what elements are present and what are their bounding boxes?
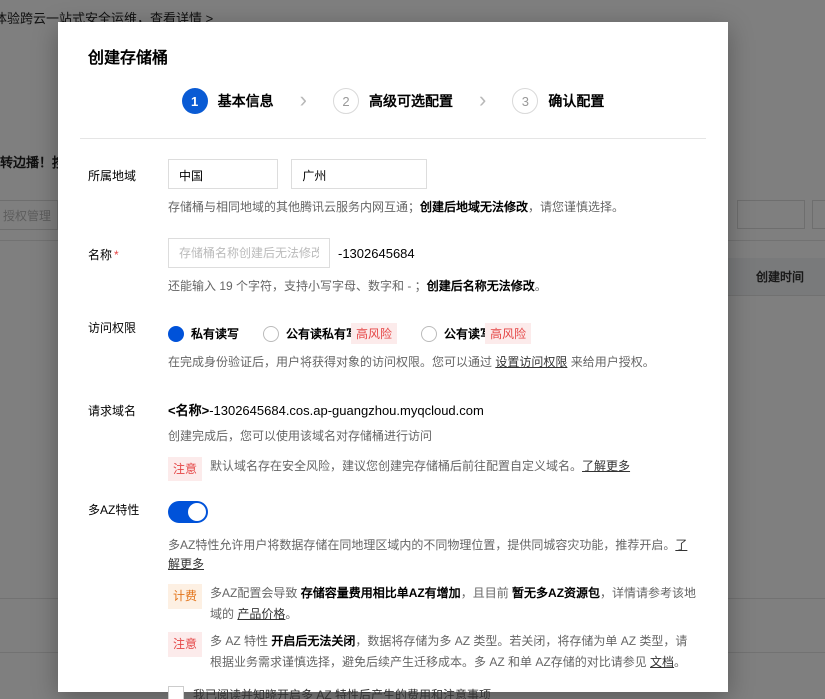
step-1-number: 1 [182, 88, 208, 114]
create-bucket-form: 所属地域 中国 广州 存储桶与相同地域的其他腾讯云服务内网互通；创建后地域无法修… [58, 139, 728, 699]
domain-desc-text: 创建完成后，您可以使用该域名对存储桶进行访问 [168, 427, 698, 444]
step-basic-info: 1 基本信息 [182, 88, 274, 114]
doc-link[interactable]: 文档 [650, 655, 674, 669]
name-row: 名称* -1302645684 还能输入 19 个字符，支持小写字母、数字和 -… [88, 238, 698, 296]
region-country-select[interactable]: 中国 [168, 159, 278, 189]
required-asterisk: * [114, 248, 119, 262]
bucket-name-suffix: -1302645684 [338, 246, 415, 261]
name-help-text: 还能输入 19 个字符，支持小写字母、数字和 - ；创建后名称无法修改。 [168, 277, 698, 296]
multiaz-label: 多AZ特性 [88, 499, 168, 699]
chevron-right-icon: › [479, 89, 486, 114]
multiaz-warning-notice: 注意 多 AZ 特性 开启后无法关闭，数据将存储为多 AZ 类型。若关闭，将存储… [168, 631, 698, 672]
multiaz-row: 多AZ特性 多AZ特性允许用户将数据存储在同地理区域内的不同物理位置，提供同城容… [88, 499, 698, 699]
multiaz-ack-checkbox[interactable] [168, 686, 184, 699]
risk-badge: 高风险 [485, 323, 531, 344]
radio-public-read-write[interactable]: 公有读写 高风险 [421, 323, 531, 344]
radio-selected-icon [168, 326, 184, 342]
request-domain-value: <名称>-1302645684.cos.ap-guangzhou.myqclou… [168, 394, 698, 419]
access-radio-group: 私有读写 公有读私有写 高风险 公有读写 高风险 [168, 317, 698, 344]
product-price-link[interactable]: 产品价格 [237, 607, 285, 621]
domain-notice: 注意 默认域名存在安全风险，建议您创建完存储桶后前往配置自定义域名。了解更多 [168, 456, 698, 481]
radio-private-read-write[interactable]: 私有读写 [168, 325, 239, 342]
step-2-number: 2 [333, 88, 359, 114]
risk-badge: 高风险 [351, 323, 397, 344]
toggle-knob [188, 503, 206, 521]
radio-public-read-private-write[interactable]: 公有读私有写 高风险 [263, 323, 397, 344]
bucket-name-input[interactable] [168, 238, 330, 268]
region-help-text: 存储桶与相同地域的其他腾讯云服务内网互通；创建后地域无法修改，请您谨慎选择。 [168, 198, 698, 217]
domain-label: 请求域名 [88, 394, 168, 481]
notice-badge: 注意 [168, 632, 202, 656]
create-bucket-dialog: 创建存储桶 1 基本信息 › 2 高级可选配置 › 3 确认配置 所属地域 [58, 22, 728, 692]
region-city-select[interactable]: 广州 [291, 159, 427, 189]
radio-unselected-icon [263, 326, 279, 342]
name-label: 名称* [88, 238, 168, 296]
domain-row: 请求域名 <名称>-1302645684.cos.ap-guangzhou.my… [88, 394, 698, 481]
step-3-number: 3 [512, 88, 538, 114]
step-advanced-config: 2 高级可选配置 [333, 88, 453, 114]
multiaz-ack-row: 我已阅读并知晓开启多 AZ 特性后产生的费用和注意事项 [168, 686, 698, 699]
radio-unselected-icon [421, 326, 437, 342]
step-2-label: 高级可选配置 [369, 91, 453, 111]
region-label: 所属地域 [88, 159, 168, 217]
dialog-title: 创建存储桶 [58, 22, 728, 68]
console-page: 体验跨云一站式安全运维，查看详情 > 转边播！按 授权管理 创建时间 创建存储桶… [0, 0, 825, 699]
wizard-steps: 1 基本信息 › 2 高级可选配置 › 3 确认配置 [80, 88, 706, 139]
access-help-text: 在完成身份验证后，用户将获得对象的访问权限。您可以通过 设置访问权限 来给用户授… [168, 353, 698, 372]
step-confirm-config: 3 确认配置 [512, 88, 604, 114]
chevron-right-icon: › [300, 89, 307, 114]
step-1-label: 基本信息 [218, 91, 274, 111]
access-row: 访问权限 私有读写 公有读私有写 高风险 [88, 317, 698, 372]
multiaz-desc-text: 多AZ特性允许用户将数据存储在同地理区域内的不同物理位置，提供同城容灾功能，推荐… [168, 536, 698, 574]
set-access-permission-link[interactable]: 设置访问权限 [495, 355, 567, 369]
access-label: 访问权限 [88, 317, 168, 372]
step-3-label: 确认配置 [548, 91, 604, 111]
region-row: 所属地域 中国 广州 存储桶与相同地域的其他腾讯云服务内网互通；创建后地域无法修… [88, 159, 698, 217]
multiaz-ack-label: 我已阅读并知晓开启多 AZ 特性后产生的费用和注意事项 [193, 686, 491, 699]
multiaz-billing-notice: 计费 多AZ配置会导致 存储容量费用相比单AZ有增加，且目前 暂无多AZ资源包，… [168, 583, 698, 624]
billing-badge: 计费 [168, 584, 202, 608]
notice-badge: 注意 [168, 457, 202, 481]
multiaz-toggle[interactable] [168, 501, 208, 523]
learn-more-link[interactable]: 了解更多 [582, 459, 630, 473]
